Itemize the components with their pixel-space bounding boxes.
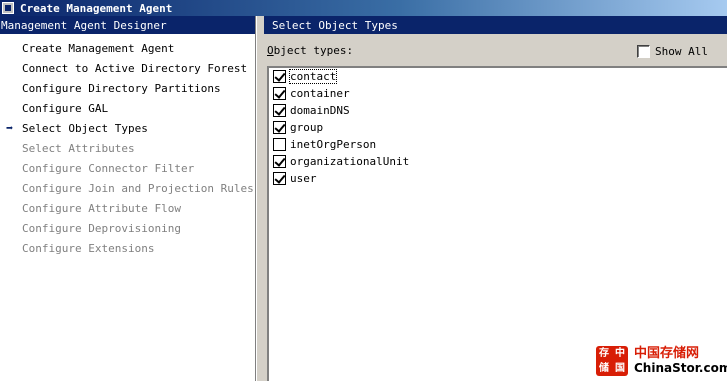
object-type-label: organizationalUnit bbox=[290, 155, 410, 168]
watermark-logo: 存中储国 bbox=[596, 346, 628, 376]
wizard-step-item[interactable]: Configure Directory Partitions bbox=[0, 78, 255, 98]
object-type-label: group bbox=[290, 121, 324, 134]
wizard-step-label: Configure Extensions bbox=[22, 241, 155, 255]
object-type-item[interactable]: inetOrgPerson bbox=[269, 136, 727, 153]
watermark-logo-char: 储 bbox=[599, 363, 609, 374]
object-type-label: user bbox=[290, 172, 317, 185]
wizard-step-label: Configure GAL bbox=[22, 101, 109, 115]
object-type-item[interactable]: group bbox=[269, 119, 727, 136]
wizard-step-item[interactable]: Connect to Active Directory Forest bbox=[0, 58, 255, 78]
app-icon bbox=[2, 2, 14, 14]
object-type-item[interactable]: user bbox=[269, 170, 727, 187]
object-type-checkbox[interactable] bbox=[273, 155, 286, 168]
object-types-label: Object types: bbox=[267, 44, 354, 57]
wizard-step-label: Configure Connector Filter bbox=[22, 161, 195, 175]
object-type-checkbox[interactable] bbox=[273, 70, 286, 83]
object-type-checkbox[interactable] bbox=[273, 87, 286, 100]
show-all-checkbox[interactable]: Show All bbox=[637, 45, 708, 58]
wizard-step-label: Connect to Active Directory Forest bbox=[22, 61, 248, 75]
wizard-step-label: Configure Deprovisioning bbox=[22, 221, 181, 235]
step-content-pane: Select Object Types Object types: Show A… bbox=[264, 16, 727, 381]
wizard-step-label: Configure Attribute Flow bbox=[22, 201, 181, 215]
watermark-cn: 中国存储网 bbox=[634, 346, 700, 361]
wizard-step-label: Create Management Agent bbox=[22, 41, 175, 55]
wizard-step-item: Configure Join and Projection Rules bbox=[0, 178, 255, 198]
object-type-label: domainDNS bbox=[290, 104, 350, 117]
object-type-item[interactable]: contact bbox=[269, 68, 727, 85]
wizard-step-item: Configure Extensions bbox=[0, 238, 255, 258]
show-all-label: Show All bbox=[655, 45, 708, 58]
object-type-label: inetOrgPerson bbox=[290, 138, 377, 151]
wizard-steps-list: Create Management Agent Connect to Active… bbox=[0, 34, 255, 258]
object-types-list[interactable]: contact container domainDNS group inetOrgPer… bbox=[267, 66, 727, 381]
object-type-item[interactable]: container bbox=[269, 85, 727, 102]
window-title-bar: Create Management Agent bbox=[0, 0, 727, 16]
object-type-checkbox[interactable] bbox=[273, 121, 286, 134]
current-step-arrow-icon: ➡ bbox=[6, 121, 14, 135]
wizard-step-label: Configure Directory Partitions bbox=[22, 81, 221, 95]
watermark-en: ChinaStor.com bbox=[634, 361, 727, 375]
wizard-step-item: Configure Connector Filter bbox=[0, 158, 255, 178]
object-type-checkbox[interactable] bbox=[273, 138, 286, 151]
wizard-step-label: Configure Join and Projection Rules bbox=[22, 181, 254, 195]
wizard-step-label: Select Object Types bbox=[22, 121, 148, 135]
wizard-steps-pane: Management Agent Designer Create Managem… bbox=[0, 16, 256, 381]
pane-splitter[interactable] bbox=[256, 16, 264, 381]
show-all-box[interactable] bbox=[637, 45, 650, 58]
watermark-logo-char: 中 bbox=[615, 348, 625, 359]
object-type-label: container bbox=[290, 87, 350, 100]
object-type-checkbox[interactable] bbox=[273, 104, 286, 117]
steps-header: Management Agent Designer bbox=[0, 16, 255, 34]
wizard-step-label: Select Attributes bbox=[22, 141, 135, 155]
object-type-label: contact bbox=[288, 69, 338, 84]
watermark-logo-char: 国 bbox=[615, 363, 625, 374]
wizard-step-item[interactable]: ➡ Select Object Types bbox=[0, 118, 255, 138]
watermark-logo-char: 存 bbox=[599, 348, 609, 359]
wizard-step-item: Configure Deprovisioning bbox=[0, 218, 255, 238]
watermark: 存中储国 中国存储网 ChinaStor.com bbox=[596, 346, 727, 376]
wizard-step-item[interactable]: Create Management Agent bbox=[0, 38, 255, 58]
step-header: Select Object Types bbox=[264, 16, 727, 34]
wizard-step-item: Select Attributes bbox=[0, 138, 255, 158]
object-type-checkbox[interactable] bbox=[273, 172, 286, 185]
wizard-step-item[interactable]: Configure GAL bbox=[0, 98, 255, 118]
object-type-item[interactable]: domainDNS bbox=[269, 102, 727, 119]
window-title: Create Management Agent bbox=[20, 1, 173, 15]
object-type-item[interactable]: organizationalUnit bbox=[269, 153, 727, 170]
wizard-step-item: Configure Attribute Flow bbox=[0, 198, 255, 218]
